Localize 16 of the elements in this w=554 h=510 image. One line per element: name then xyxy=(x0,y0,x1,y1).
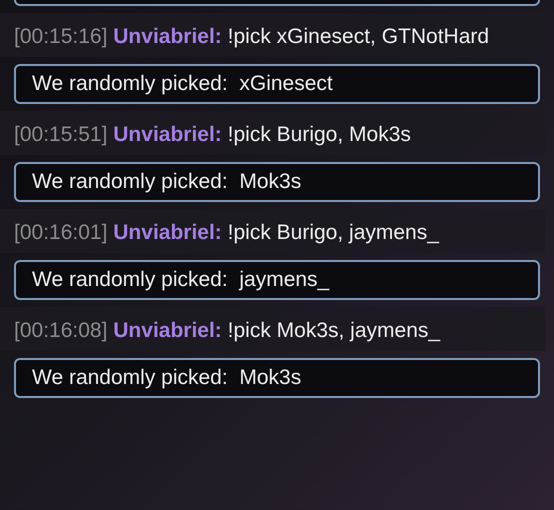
message-text: !pick xGinesect, GTNotHard xyxy=(228,25,490,48)
reply-text: We randomly picked: xGinesect xyxy=(32,71,333,98)
message-text: !pick Burigo, jaymens_ xyxy=(228,221,439,244)
username: Unviabriel: xyxy=(113,221,222,244)
timestamp: [00:15:51] xyxy=(14,123,108,146)
timestamp: [00:15:16] xyxy=(14,25,108,48)
reply-text: We randomly picked: jaymens_ xyxy=(32,267,330,294)
message-text: !pick Burigo, Mok3s xyxy=(228,123,411,146)
timestamp: [00:16:08] xyxy=(14,319,108,342)
message-text: !pick Mok3s, jaymens_ xyxy=(228,319,440,342)
username: Unviabriel: xyxy=(113,25,222,48)
reply-text: We randomly picked: Mok3s xyxy=(32,365,302,392)
username: Unviabriel: xyxy=(113,123,222,146)
timestamp: [00:16:01] xyxy=(14,221,108,244)
username: Unviabriel: xyxy=(113,319,222,342)
reply-text: We randomly picked: Mok3s xyxy=(32,169,302,196)
